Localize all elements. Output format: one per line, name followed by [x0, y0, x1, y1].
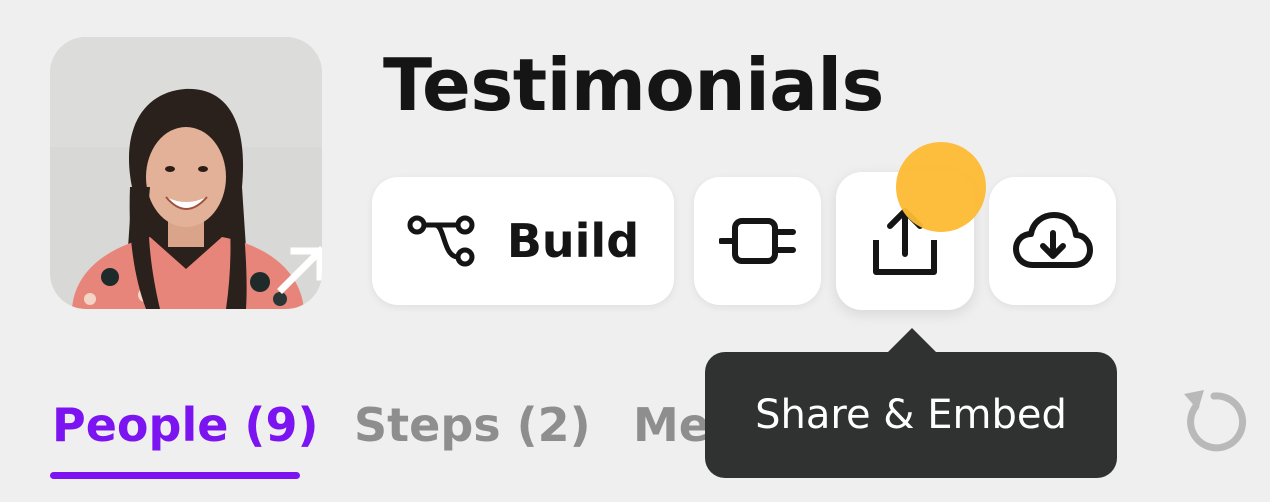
- open-arrow-icon: [277, 246, 322, 294]
- download-button[interactable]: [989, 177, 1116, 305]
- refresh-icon[interactable]: [1176, 384, 1252, 460]
- tab-people[interactable]: People (9): [52, 390, 318, 460]
- share-embed-tooltip: Share & Embed: [705, 352, 1117, 478]
- share-upload-icon: [873, 208, 937, 275]
- integrations-button[interactable]: [694, 177, 821, 305]
- video-thumbnail[interactable]: [50, 37, 322, 309]
- tab-steps[interactable]: Steps (2): [354, 390, 591, 460]
- plug-icon: [718, 218, 796, 264]
- tooltip-text: Share & Embed: [755, 392, 1067, 438]
- tooltip-arrow: [886, 328, 938, 354]
- active-tab-indicator: [50, 472, 300, 479]
- build-button[interactable]: Build: [372, 177, 674, 305]
- cloud-download-icon: [1012, 212, 1093, 268]
- build-label: Build: [506, 214, 640, 268]
- page-title: Testimonials: [383, 43, 884, 127]
- share-embed-button[interactable]: [836, 172, 974, 310]
- flow-branch-icon: [407, 215, 475, 267]
